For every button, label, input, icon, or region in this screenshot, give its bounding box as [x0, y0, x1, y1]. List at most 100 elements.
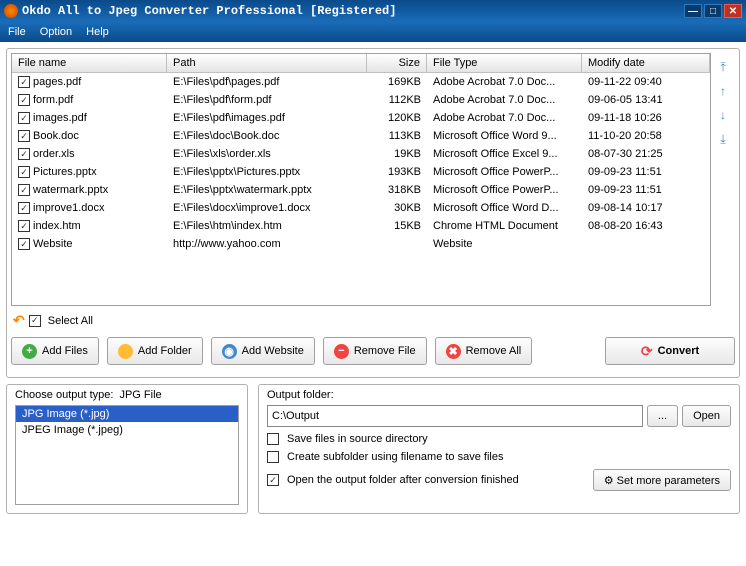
col-path[interactable]: Path [167, 54, 367, 72]
cell-type: Website [427, 237, 582, 251]
cell-size: 112KB [367, 93, 427, 107]
cell-filename: images.pdf [33, 112, 87, 124]
menu-file[interactable]: File [8, 26, 26, 38]
table-row[interactable]: ✓form.pdf E:\Files\pdf\form.pdf112KBAdobe… [12, 91, 710, 109]
cell-path: E:\Files\pdf\pages.pdf [167, 75, 367, 89]
cell-date: 08-08-20 16:43 [582, 219, 710, 233]
open-folder-button[interactable]: Open [682, 405, 731, 427]
open-after-checkbox[interactable]: ✓ [267, 474, 279, 486]
cell-filename: improve1.docx [33, 202, 105, 214]
output-type-label: Choose output type: [15, 389, 113, 401]
clear-icon: ✖ [446, 344, 461, 359]
row-checkbox[interactable]: ✓ [18, 202, 30, 214]
cell-type: Chrome HTML Document [427, 219, 582, 233]
move-down-button[interactable]: ↓ [715, 107, 731, 123]
cell-date: 09-09-23 11:51 [582, 183, 710, 197]
selectall-label: Select All [48, 315, 93, 327]
cell-size: 120KB [367, 111, 427, 125]
add-folder-button[interactable]: Add Folder [107, 337, 203, 365]
row-checkbox[interactable]: ✓ [18, 76, 30, 88]
minimize-button[interactable]: — [684, 4, 702, 18]
browse-button[interactable]: ... [647, 405, 678, 427]
cell-filename: index.htm [33, 220, 81, 232]
file-table: File name Path Size File Type Modify dat… [11, 53, 711, 306]
move-bottom-button[interactable]: ⤓ [715, 131, 731, 147]
table-row[interactable]: ✓images.pdfE:\Files\pdf\images.pdf120KBA… [12, 109, 710, 127]
remove-file-button[interactable]: −Remove File [323, 337, 427, 365]
row-checkbox[interactable]: ✓ [18, 220, 30, 232]
convert-icon: ⟳ [641, 343, 653, 360]
table-row[interactable]: ✓order.xlsE:\Files\xls\order.xls19KBMicr… [12, 145, 710, 163]
cell-size: 15KB [367, 219, 427, 233]
cell-path: http://www.yahoo.com [167, 237, 367, 251]
cell-size: 193KB [367, 165, 427, 179]
selectall-checkbox[interactable]: ✓ [29, 315, 41, 327]
output-type-list[interactable]: JPG Image (*.jpg) JPEG Image (*.jpeg) [15, 405, 239, 505]
col-filetype[interactable]: File Type [427, 54, 582, 72]
row-checkbox[interactable]: ✓ [18, 130, 30, 142]
create-subfolder-checkbox[interactable] [267, 451, 279, 463]
close-button[interactable]: ✕ [724, 4, 742, 18]
reorder-arrows: ⤒ ↑ ↓ ⤓ [711, 53, 735, 306]
add-files-button[interactable]: +Add Files [11, 337, 99, 365]
add-website-button[interactable]: ◉Add Website [211, 337, 315, 365]
cell-type: Microsoft Office Word D... [427, 201, 582, 215]
maximize-button[interactable]: □ [704, 4, 722, 18]
col-size[interactable]: Size [367, 54, 427, 72]
save-source-checkbox[interactable] [267, 433, 279, 445]
table-row[interactable]: ✓watermark.pptxE:\Files\pptx\watermark.p… [12, 181, 710, 199]
cell-date: 09-11-22 09:40 [582, 75, 710, 89]
move-up-button[interactable]: ↑ [715, 83, 731, 99]
cell-filename: Book.doc [33, 130, 79, 142]
table-row[interactable]: ✓Book.docE:\Files\doc\Book.doc113KBMicro… [12, 127, 710, 145]
create-subfolder-label: Create subfolder using filename to save … [287, 451, 503, 463]
table-row[interactable]: ✓Pictures.pptxE:\Files\pptx\Pictures.ppt… [12, 163, 710, 181]
row-checkbox[interactable]: ✓ [18, 94, 30, 106]
cell-date: 09-09-23 11:51 [582, 165, 710, 179]
row-checkbox[interactable]: ✓ [18, 184, 30, 196]
cell-path: E:\Files\pdf\form.pdf [167, 93, 367, 107]
table-row[interactable]: ✓index.htmE:\Files\htm\index.htm15KBChro… [12, 217, 710, 235]
cell-path: E:\Files\pdf\images.pdf [167, 111, 367, 125]
row-checkbox[interactable]: ✓ [18, 112, 30, 124]
cell-type: Microsoft Office PowerP... [427, 183, 582, 197]
cell-filename: form.pdf [33, 94, 73, 106]
row-checkbox[interactable]: ✓ [18, 166, 30, 178]
move-top-button[interactable]: ⤒ [715, 59, 731, 75]
gear-icon: ⚙ [604, 475, 614, 487]
output-folder-label: Output folder: [267, 389, 731, 401]
cell-date: 09-08-14 10:17 [582, 201, 710, 215]
type-option-jpg[interactable]: JPG Image (*.jpg) [16, 406, 238, 422]
menu-option[interactable]: Option [40, 26, 72, 38]
cell-filename: Website [33, 238, 73, 250]
window-title: Okdo All to Jpeg Converter Professional … [22, 4, 682, 18]
cell-date [582, 243, 710, 245]
table-row[interactable]: ✓improve1.docxE:\Files\docx\improve1.doc… [12, 199, 710, 217]
cell-path: E:\Files\pptx\watermark.pptx [167, 183, 367, 197]
cell-size: 30KB [367, 201, 427, 215]
col-filename[interactable]: File name [12, 54, 167, 72]
globe-icon: ◉ [222, 344, 237, 359]
row-checkbox[interactable]: ✓ [18, 148, 30, 160]
table-row[interactable]: ✓Websitehttp://www.yahoo.comWebsite [12, 235, 710, 253]
table-row[interactable]: ✓pages.pdfE:\Files\pdf\pages.pdf169KBAdo… [12, 73, 710, 91]
cell-size: 113KB [367, 129, 427, 143]
cell-type: Microsoft Office Word 9... [427, 129, 582, 143]
menubar: File Option Help [0, 22, 746, 42]
output-folder-input[interactable] [267, 405, 643, 427]
cell-date: 08-07-30 21:25 [582, 147, 710, 161]
menu-help[interactable]: Help [86, 26, 109, 38]
folder-icon [118, 344, 133, 359]
cell-filename: Pictures.pptx [33, 166, 97, 178]
cell-date: 11-10-20 20:58 [582, 129, 710, 143]
type-option-jpeg[interactable]: JPEG Image (*.jpeg) [16, 422, 238, 438]
save-source-label: Save files in source directory [287, 433, 428, 445]
convert-button[interactable]: ⟳Convert [605, 337, 735, 365]
col-modifydate[interactable]: Modify date [582, 54, 710, 72]
cell-type: Adobe Acrobat 7.0 Doc... [427, 93, 582, 107]
open-after-label: Open the output folder after conversion … [287, 474, 519, 486]
row-checkbox[interactable]: ✓ [18, 238, 30, 250]
up-folder-icon[interactable]: ↶ [13, 312, 25, 329]
set-more-parameters-button[interactable]: ⚙ Set more parameters [593, 469, 731, 491]
remove-all-button[interactable]: ✖Remove All [435, 337, 533, 365]
